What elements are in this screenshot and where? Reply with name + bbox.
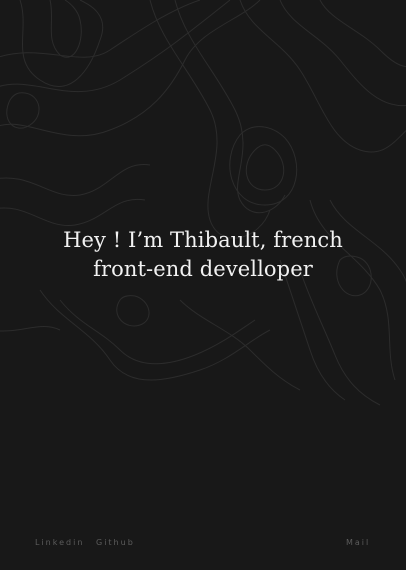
contour-line <box>6 92 40 129</box>
hero-heading: Hey ! I’m Thibault, french front-end dev… <box>0 226 406 284</box>
github-link[interactable]: Github <box>96 538 135 547</box>
mail-link[interactable]: Mail <box>346 538 370 547</box>
contour-line <box>179 299 301 391</box>
contour-line <box>245 144 285 191</box>
contour-line <box>239 0 406 153</box>
portfolio-page: Hey ! I’m Thibault, french front-end dev… <box>0 0 406 570</box>
contour-line <box>116 295 150 327</box>
contour-line <box>299 269 381 406</box>
contour-line <box>279 0 406 107</box>
contour-line <box>49 0 82 58</box>
contour-line <box>0 0 261 137</box>
topographic-background <box>0 0 406 406</box>
contour-line <box>0 326 61 332</box>
hero-line-2: front-end develloper <box>93 257 313 281</box>
contour-line <box>39 289 271 381</box>
hero-line-1: Hey ! I’m Thibault, french <box>63 228 343 252</box>
contour-line <box>0 163 151 197</box>
contour-line <box>19 0 103 87</box>
contour-line <box>174 0 286 214</box>
contour-line <box>319 0 406 68</box>
contour-line <box>0 198 146 227</box>
contour-line <box>229 126 298 206</box>
contour-line <box>0 0 201 58</box>
linkedin-link[interactable]: Linkedin <box>35 538 84 547</box>
